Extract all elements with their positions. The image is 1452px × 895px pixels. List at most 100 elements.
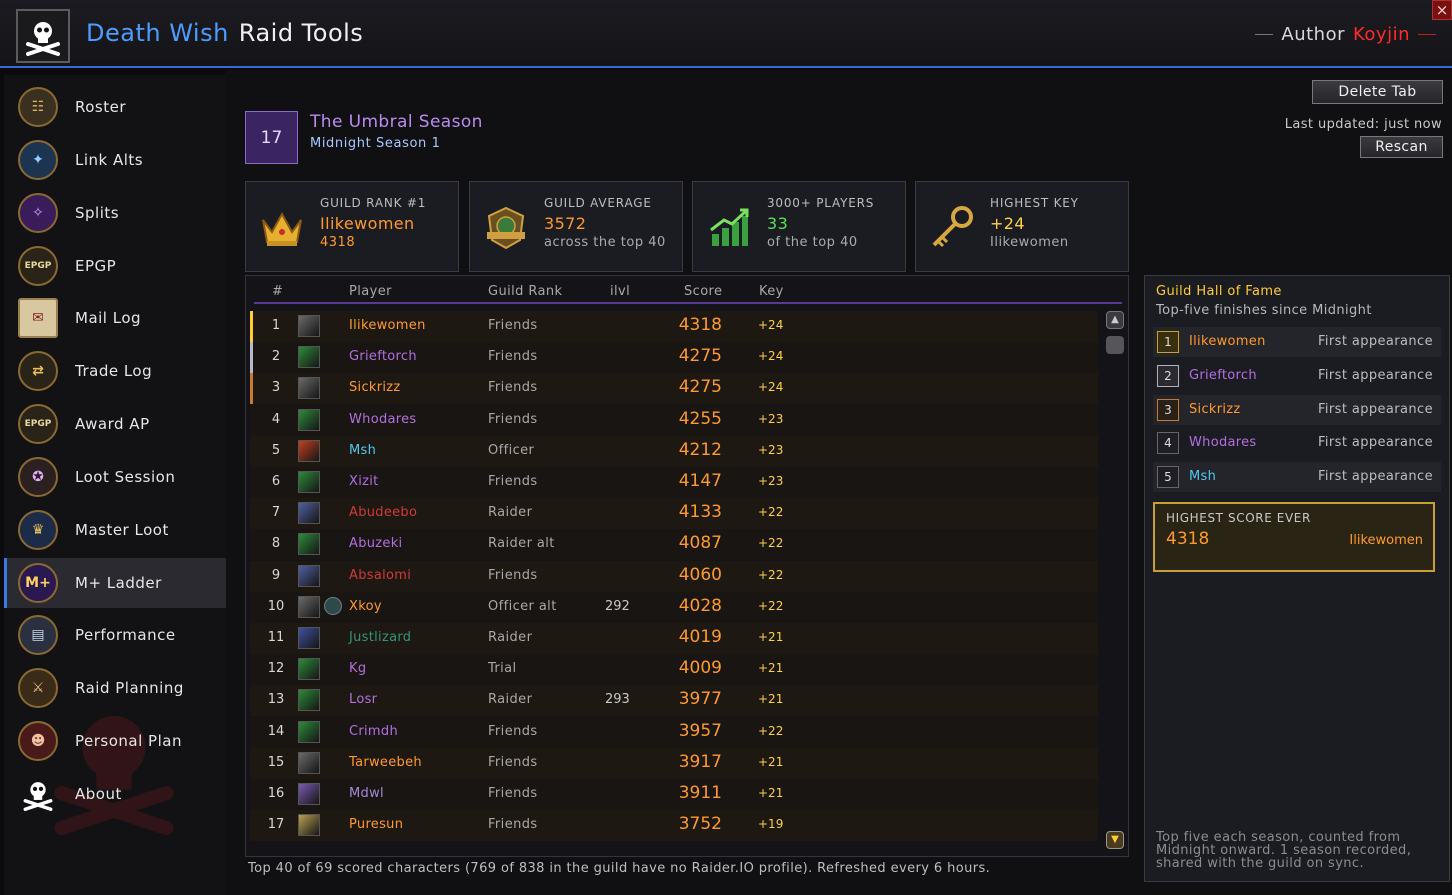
sidebar-item-performance[interactable]: ▤ Performance bbox=[4, 610, 226, 660]
guild-rank: Raider bbox=[488, 630, 533, 645]
player-name[interactable]: Grieftorch bbox=[349, 349, 417, 364]
table-row[interactable]: 14 Crimdh Friends 3957 +22 bbox=[250, 716, 1098, 748]
stat-card-highest-key: HIGHEST KEY +24 Ilikewomen bbox=[915, 181, 1129, 272]
sidebar-item-master-loot[interactable]: ♛ Master Loot bbox=[4, 505, 226, 555]
player-name[interactable]: Tarweebeh bbox=[349, 755, 422, 770]
scrollbar[interactable]: ▲ ▼ bbox=[1104, 311, 1126, 851]
table-row[interactable]: 4 Whodares Friends 4255 +23 bbox=[250, 404, 1098, 436]
sidebar-item-personal-plan[interactable]: ☻ Personal Plan bbox=[4, 716, 226, 766]
table-row[interactable]: 6 Xizit Friends 4147 +23 bbox=[250, 467, 1098, 498]
sidebar-item-award-ap[interactable]: EPGP Award AP bbox=[4, 399, 226, 449]
col-header-player[interactable]: Player bbox=[349, 284, 392, 299]
personal-plan-icon: ☻ bbox=[18, 721, 58, 761]
mplus-score: 4087 bbox=[678, 533, 722, 554]
placement-badge: 2 bbox=[1157, 364, 1179, 387]
col-header-num[interactable]: # bbox=[272, 284, 283, 299]
player-name[interactable]: Crimdh bbox=[349, 724, 398, 739]
rank-highlight-bar bbox=[250, 373, 253, 405]
col-header-rank[interactable]: Guild Rank bbox=[488, 284, 562, 299]
highest-key: +24 bbox=[758, 318, 784, 332]
player-name[interactable]: Absalomi bbox=[349, 568, 411, 583]
sidebar-item-raid-planning[interactable]: ⚔ Raid Planning bbox=[4, 663, 226, 713]
player-name[interactable]: Losr bbox=[349, 692, 377, 707]
sidebar-item-label: Trade Log bbox=[75, 362, 153, 380]
class-spec-icon bbox=[298, 658, 320, 681]
hall-of-fame-name[interactable]: Grieftorch bbox=[1189, 368, 1257, 383]
player-name[interactable]: Sickrizz bbox=[349, 380, 401, 395]
table-row[interactable]: 15 Tarweebeh Friends 3917 +21 bbox=[250, 747, 1098, 779]
table-row[interactable]: 2 Grieftorch Friends 4275 +24 bbox=[250, 342, 1098, 374]
sidebar-item-mail-log[interactable]: ✉ Mail Log bbox=[4, 293, 226, 343]
sidebar-item-epgp[interactable]: EPGP EPGP bbox=[4, 241, 226, 291]
player-name[interactable]: Ilikewomen bbox=[349, 318, 426, 333]
player-name[interactable]: Xkoy bbox=[349, 599, 382, 614]
sidebar-item-link-alts[interactable]: ✦ Link Alts bbox=[4, 135, 226, 185]
player-name[interactable]: Whodares bbox=[349, 412, 417, 427]
col-header-score[interactable]: Score bbox=[684, 284, 722, 299]
table-row[interactable]: 5 Msh Officer 4212 +23 bbox=[250, 435, 1098, 467]
player-name[interactable]: Xizit bbox=[349, 474, 379, 489]
table-row[interactable]: 12 Kg Trial 4009 +21 bbox=[250, 654, 1098, 686]
class-spec-icon bbox=[298, 783, 320, 805]
player-name[interactable]: Kg bbox=[349, 661, 366, 676]
rescan-button[interactable]: Rescan bbox=[1360, 136, 1443, 158]
sidebar-item-roster[interactable]: ☷ Roster bbox=[4, 82, 226, 132]
placement-badge: 5 bbox=[1157, 466, 1179, 489]
table-row[interactable]: 11 Justlizard Raider 4019 +21 bbox=[250, 623, 1098, 654]
player-name[interactable]: Abuzeki bbox=[349, 536, 402, 551]
col-header-key[interactable]: Key bbox=[759, 284, 784, 299]
hall-of-fame-name[interactable]: Whodares bbox=[1189, 435, 1257, 450]
stat-caption: GUILD RANK #1 bbox=[320, 196, 427, 210]
hall-of-fame-status: First appearance bbox=[1317, 367, 1433, 383]
class-spec-icon bbox=[298, 315, 320, 337]
season-subtitle: Midnight Season 1 bbox=[310, 136, 441, 151]
sidebar-item-splits[interactable]: ✧ Splits bbox=[4, 188, 226, 238]
table-row[interactable]: 1 Ilikewomen Friends 4318 +24 bbox=[250, 311, 1098, 342]
loot-session-icon: ✪ bbox=[18, 457, 58, 497]
col-header-ilvl[interactable]: ilvl bbox=[610, 284, 630, 299]
mplus-score: 3957 bbox=[678, 720, 722, 741]
player-name[interactable]: Abudeebo bbox=[349, 505, 417, 520]
close-button[interactable]: × bbox=[1432, 0, 1452, 20]
sidebar-item-about[interactable]: About bbox=[4, 769, 226, 819]
table-row[interactable]: 13 Losr Raider 293 3977 +21 bbox=[250, 685, 1098, 717]
class-spec-icon bbox=[298, 595, 320, 618]
placement-badge: 3 bbox=[1157, 398, 1179, 421]
scroll-up-icon[interactable]: ▲ bbox=[1106, 311, 1124, 329]
hall-of-fame-name[interactable]: Msh bbox=[1189, 469, 1216, 484]
hall-of-fame-name[interactable]: Sickrizz bbox=[1189, 402, 1241, 417]
table-row[interactable]: 3 Sickrizz Friends 4275 +24 bbox=[250, 373, 1098, 405]
sidebar-item-mplus-ladder[interactable]: M+ M+ Ladder bbox=[4, 558, 226, 608]
hall-of-fame-name[interactable]: Ilikewomen bbox=[1189, 334, 1266, 349]
hall-of-fame-title: Guild Hall of Fame bbox=[1156, 284, 1282, 299]
guild-rank: Trial bbox=[488, 661, 517, 677]
link-alts-icon: ✦ bbox=[18, 140, 58, 180]
table-row[interactable]: 9 Absalomi Friends 4060 +22 bbox=[250, 560, 1098, 592]
highest-score-name: Ilikewomen bbox=[1349, 533, 1423, 548]
sidebar-item-loot-session[interactable]: ✪ Loot Session bbox=[4, 452, 226, 502]
scroll-down-icon[interactable]: ▼ bbox=[1106, 831, 1124, 849]
row-rank-number: 9 bbox=[271, 567, 281, 583]
table-row[interactable]: 7 Abudeebo Raider 4133 +22 bbox=[250, 498, 1098, 530]
player-name[interactable]: Mdwl bbox=[349, 786, 384, 801]
highest-key: +22 bbox=[758, 598, 784, 613]
delete-tab-button[interactable]: Delete Tab bbox=[1312, 80, 1443, 104]
table-row[interactable]: 10 Xkoy Officer alt 292 4028 +22 bbox=[250, 591, 1098, 623]
table-row[interactable]: 16 Mdwl Friends 3911 +21 bbox=[250, 779, 1098, 810]
row-rank-number: 8 bbox=[271, 536, 281, 552]
table-header: # Player Guild Rank ilvl Score Key bbox=[254, 282, 1122, 304]
mplus-score: 4133 bbox=[678, 502, 722, 523]
player-name[interactable]: Justlizard bbox=[349, 630, 411, 645]
player-name[interactable]: Puresun bbox=[349, 817, 403, 832]
table-row[interactable]: 17 Puresun Friends 3752 +19 bbox=[250, 810, 1098, 842]
hall-of-fame-row: 1 Ilikewomen First appearance bbox=[1153, 327, 1441, 357]
player-name[interactable]: Msh bbox=[349, 443, 376, 458]
class-spec-icon bbox=[298, 502, 320, 525]
hall-of-fame-panel: Guild Hall of Fame Top-five finishes sin… bbox=[1144, 275, 1450, 882]
table-row[interactable]: 8 Abuzeki Raider alt 4087 +22 bbox=[250, 529, 1098, 561]
sidebar-item-label: Personal Plan bbox=[75, 732, 182, 750]
ladder-table: # Player Guild Rank ilvl Score Key 1 Ilik… bbox=[245, 275, 1129, 857]
scroll-thumb[interactable] bbox=[1106, 336, 1124, 354]
sidebar-item-trade-log[interactable]: ⇄ Trade Log bbox=[4, 346, 226, 396]
row-rank-number: 1 bbox=[271, 318, 281, 333]
